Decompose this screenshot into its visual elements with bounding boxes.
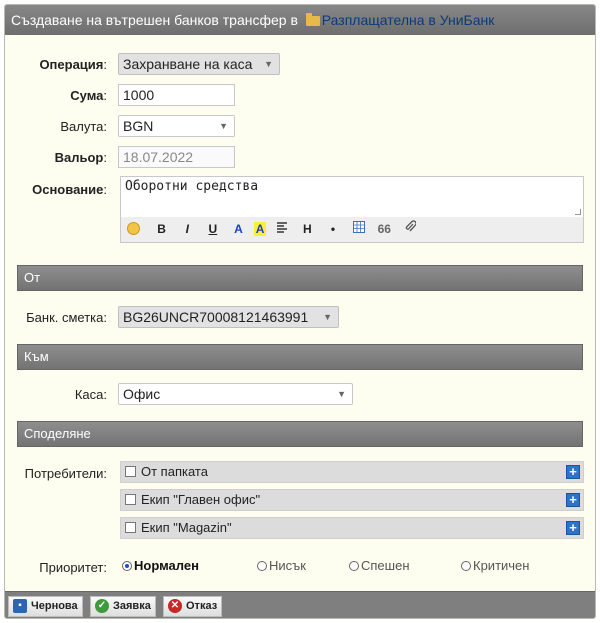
align-icon[interactable] [272,217,292,241]
operation-select[interactable]: Захранване на каса ▼ [118,53,280,75]
amount-input[interactable]: 1000 [118,84,235,106]
table-icon[interactable] [349,217,369,241]
currency-value: BGN [123,118,154,134]
operation-row: Операция: Захранване на каса ▼ [5,53,595,77]
user-item-label: От папката [141,464,208,479]
section-from-header: От [17,265,583,291]
editor-toolbar: B I U A A H • 66 [120,217,584,243]
chevron-down-icon: ▼ [337,389,346,399]
plus-icon[interactable]: + [566,493,580,507]
priority-radio-urgent[interactable]: Спешен [349,556,410,576]
checkbox[interactable] [125,466,136,477]
amount-label: Сума: [70,88,107,103]
check-icon: ✓ [95,599,109,613]
save-icon: ▪ [13,599,27,613]
folder-link[interactable]: Разплащателна в УниБанк [322,12,495,28]
amount-row: Сума: 1000 [5,84,595,108]
dialog-titlebar: Създаване на вътрешен банков трансфер в … [5,5,595,35]
quote-button[interactable]: 66 [374,217,394,241]
valor-row: Вальор: 18.07.2022 [5,146,595,170]
chevron-down-icon: ▼ [219,121,228,131]
heading-button[interactable]: H [297,217,317,241]
priority-radio-low[interactable]: Нисък [257,556,306,576]
paperclip-icon[interactable] [400,217,420,241]
operation-value: Захранване на каса [123,56,253,72]
italic-button[interactable]: I [177,217,197,241]
bold-button[interactable]: B [152,217,172,241]
font-color-button[interactable]: A [229,217,249,241]
valor-label: Вальор: [54,150,107,165]
emoji-icon[interactable] [127,222,140,235]
reason-text: Оборотни средства [125,179,259,194]
currency-row: Валута: BGN ▼ [5,115,595,139]
folder-icon [305,13,320,26]
checkbox[interactable] [125,494,136,505]
chevron-down-icon: ▼ [264,59,273,69]
cancel-label: Отказ [186,600,218,612]
reason-textarea[interactable]: Оборотни средства [120,176,584,218]
checkbox[interactable] [125,522,136,533]
underline-button[interactable]: U [203,217,223,241]
operation-label: Операция: [39,57,107,72]
draft-button[interactable]: ▪ Чернова [8,596,83,617]
reason-label: Основание: [32,182,107,197]
chevron-down-icon: ▼ [323,312,332,322]
user-item-label: Екип "Magazin" [141,520,232,535]
currency-select[interactable]: BGN ▼ [118,115,235,137]
priority-label: Приоритет: [39,560,107,575]
list-item[interactable]: От папката + [120,461,584,483]
plus-icon[interactable]: + [566,465,580,479]
draft-label: Чернова [31,600,78,612]
section-sharing-header: Споделяне [17,421,583,447]
bank-account-value: BG26UNCR70008121463991 [123,309,309,325]
transfer-dialog: Създаване на вътрешен банков трансфер в … [4,4,596,619]
valor-input[interactable]: 18.07.2022 [118,146,235,168]
cash-row: Каса: Офис ▼ [5,383,595,407]
priority-radio-critical[interactable]: Критичен [461,556,529,576]
priority-radio-normal[interactable]: Нормален [122,556,199,576]
bank-account-label: Банк. сметка: [26,310,107,325]
section-to-header: Към [17,344,583,370]
cash-label: Каса: [74,387,107,402]
bank-account-select[interactable]: BG26UNCR70008121463991 ▼ [118,306,339,328]
resize-handle[interactable] [575,209,581,215]
request-label: Заявка [113,600,151,612]
bank-account-row: Банк. сметка: BG26UNCR70008121463991 ▼ [5,306,595,330]
list-item[interactable]: Екип "Главен офис" + [120,489,584,511]
priority-row: Приоритет: Нормален Нисък Спешен Критиче… [5,556,595,580]
plus-icon[interactable]: + [566,521,580,535]
user-item-label: Екип "Главен офис" [141,492,261,507]
list-item[interactable]: Екип "Magazin" + [120,517,584,539]
cash-value: Офис [123,386,161,402]
dialog-title: Създаване на вътрешен банков трансфер в [11,12,298,28]
dialog-footer: ▪ Чернова ✓ Заявка ✕ Отказ [5,591,595,618]
users-label: Потребители: [24,466,107,481]
cancel-icon: ✕ [168,599,182,613]
request-button[interactable]: ✓ Заявка [90,596,156,617]
bullet-button[interactable]: • [323,217,343,241]
cash-select[interactable]: Офис ▼ [118,383,353,405]
currency-label: Валута: [60,119,107,134]
cancel-button[interactable]: ✕ Отказ [163,596,223,617]
highlight-button[interactable]: A [254,222,267,236]
